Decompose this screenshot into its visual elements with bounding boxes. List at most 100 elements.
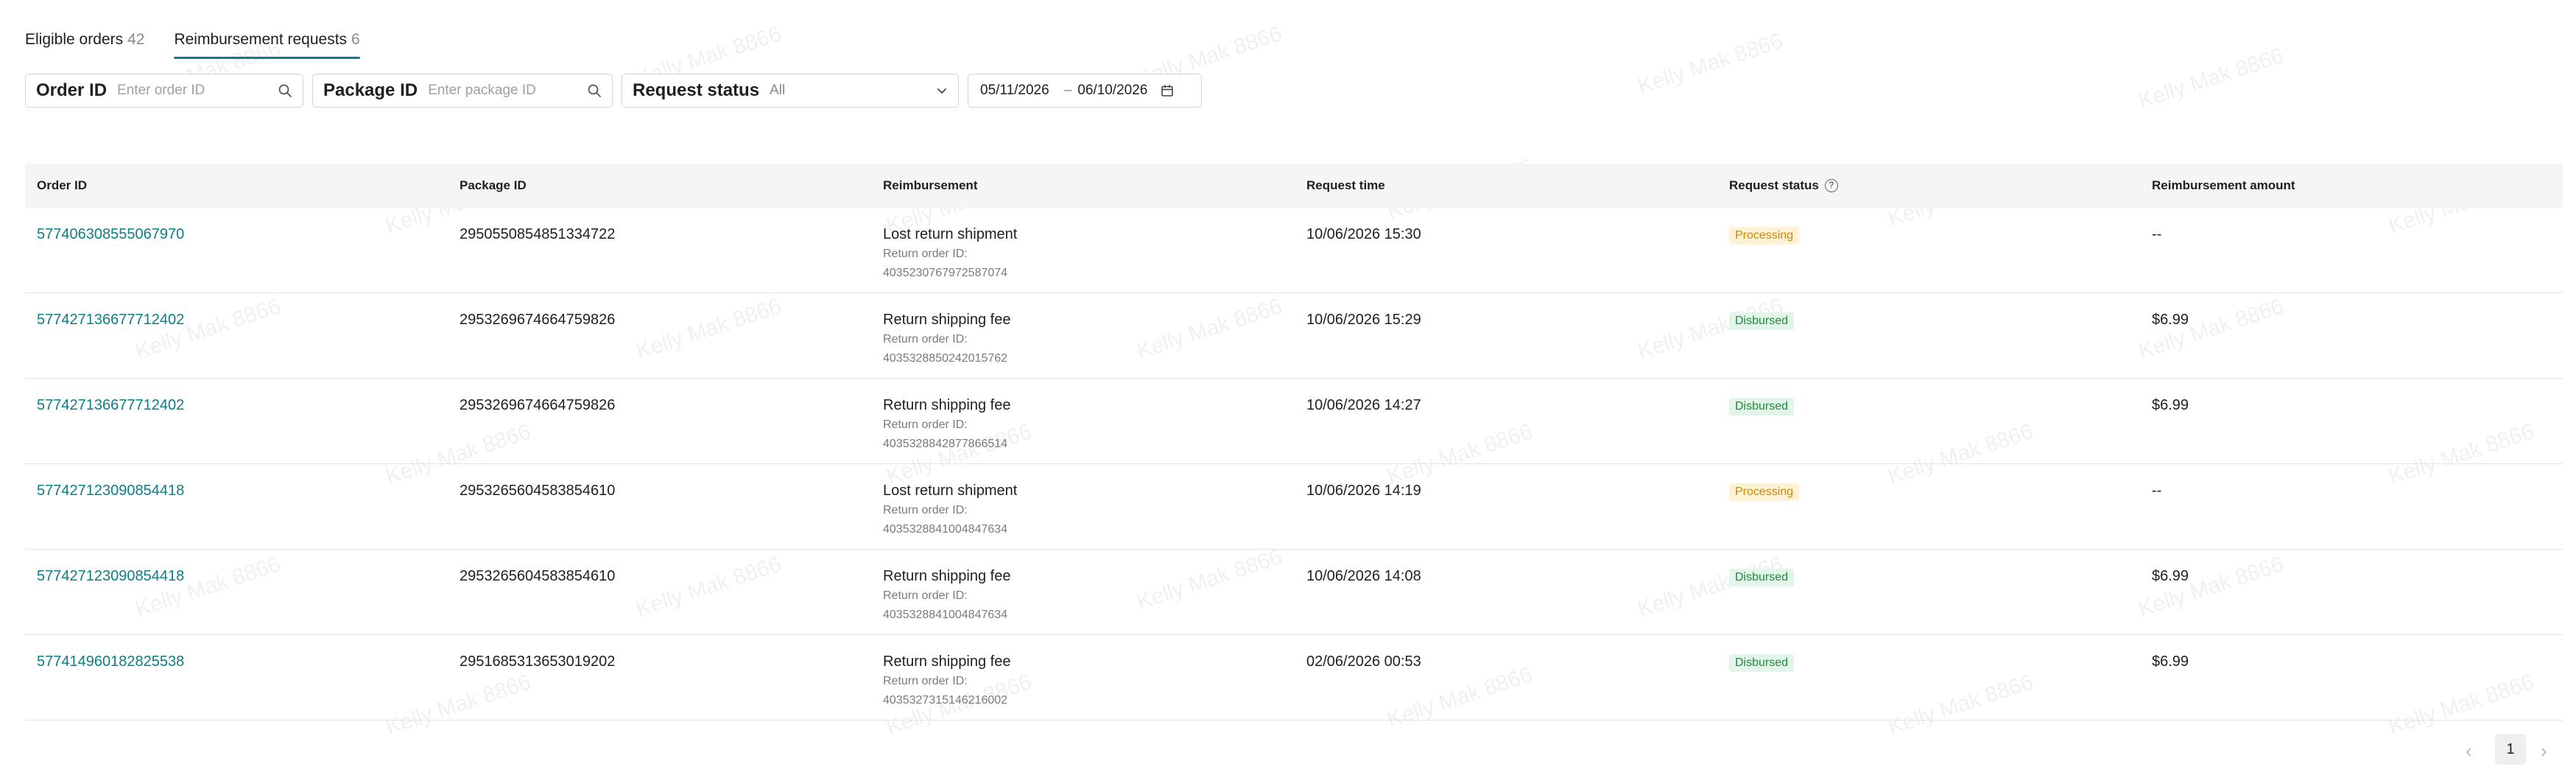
return-order-label: Return order ID:	[883, 675, 968, 687]
reimbursement-type: Return shipping fee	[883, 397, 1011, 413]
order-id-link[interactable]: 577427123090854418	[37, 566, 184, 586]
return-order-id: 4035328841004847634	[883, 609, 1008, 621]
date-start[interactable]: 05/11/2026	[980, 83, 1049, 99]
calendar-icon[interactable]	[1161, 84, 1174, 97]
filter-bar: Order ID Package ID Request status All 0…	[25, 74, 1211, 108]
chevron-down-icon	[936, 85, 948, 97]
amount-cell: $6.99	[2152, 568, 2189, 584]
package-id-input[interactable]	[428, 83, 587, 99]
amount-cell: --	[2152, 483, 2162, 499]
search-icon[interactable]	[278, 83, 292, 98]
table-row: 577427123090854418 2953265604583854610 Los…	[25, 464, 2563, 550]
watermark-text: Kelly Mak 8866	[1634, 29, 1787, 99]
return-order-id: 4035328842877866514	[883, 438, 1008, 450]
tab-eligible-orders[interactable]: Eligible orders 42	[25, 27, 144, 59]
tab-count: 42	[127, 31, 145, 48]
package-id-label: Package ID	[323, 80, 418, 100]
request-status-cell: Processing	[1729, 224, 1800, 245]
return-order-id: 4035327315146216002	[883, 694, 1008, 707]
return-order-label: Return order ID:	[883, 589, 968, 602]
date-range-picker[interactable]: 05/11/2026 – 06/10/2026	[968, 74, 1202, 108]
table-row: 577427136677712402 2953269674664759826 Ret…	[25, 293, 2563, 379]
reimbursement-type: Return shipping fee	[883, 568, 1011, 584]
table-row: 577414960182825538 2951685313653019202 Ret…	[25, 635, 2563, 721]
prev-page-icon[interactable]: ‹	[2466, 740, 2472, 763]
return-order-label: Return order ID:	[883, 504, 968, 516]
tab-label: Eligible orders	[25, 31, 124, 48]
request-time-cell: 10/06/2026 15:29	[1306, 312, 1421, 328]
request-status-cell: Disbursed	[1729, 395, 1795, 416]
request-status-cell: Disbursed	[1729, 309, 1795, 330]
amount-cell: $6.99	[2152, 653, 2189, 670]
search-icon[interactable]	[587, 83, 602, 98]
tab-reimbursement-requests[interactable]: Reimbursement requests 6	[174, 27, 361, 59]
request-status-cell: Disbursed	[1729, 651, 1795, 672]
help-icon[interactable]: ?	[1824, 179, 1838, 192]
request-time-cell: 10/06/2026 15:30	[1306, 226, 1421, 242]
order-id-filter[interactable]: Order ID	[25, 74, 303, 108]
amount-cell: --	[2152, 226, 2162, 242]
request-time-cell: 02/06/2026 00:53	[1306, 653, 1421, 670]
reimbursement-type: Lost return shipment	[883, 483, 1018, 499]
status-badge: Disbursed	[1729, 312, 1795, 330]
column-header-package-id: Package ID	[460, 178, 527, 192]
status-badge: Processing	[1729, 483, 1800, 501]
request-time-cell: 10/06/2026 14:27	[1306, 397, 1421, 413]
table-body: 577406308555067970 2950550854851334722 Los…	[25, 208, 2563, 721]
request-status-label: Request status	[633, 80, 760, 100]
page-number-button[interactable]: 1	[2495, 734, 2526, 765]
reimbursement-table: Order ID Package ID Reimbursement Reques…	[25, 164, 2563, 721]
order-id-link[interactable]: 577414960182825538	[37, 651, 184, 672]
package-id-filter[interactable]: Package ID	[312, 74, 613, 108]
order-id-link[interactable]: 577406308555067970	[37, 224, 184, 245]
order-id-link[interactable]: 577427123090854418	[37, 480, 184, 501]
request-status-cell: Disbursed	[1729, 566, 1795, 586]
status-badge: Disbursed	[1729, 398, 1795, 416]
request-status-cell: Processing	[1729, 480, 1800, 501]
order-id-link[interactable]: 577427136677712402	[37, 309, 184, 330]
package-id-cell: 2951685313653019202	[460, 653, 616, 670]
status-badge: Processing	[1729, 227, 1800, 245]
order-id-link[interactable]: 577427136677712402	[37, 395, 184, 416]
request-status-select[interactable]: Request status All	[622, 74, 959, 108]
order-id-input[interactable]	[117, 83, 278, 99]
reimbursement-cell: Lost return shipment Return order ID: 4035…	[883, 224, 1017, 283]
reimbursement-cell: Lost return shipment Return order ID: 4035…	[883, 480, 1017, 539]
amount-cell: $6.99	[2152, 397, 2189, 413]
tab-bar: Eligible orders 42 Reimbursement requests…	[25, 27, 390, 59]
column-header-request-time: Request time	[1306, 178, 1385, 192]
column-header-label: Request status	[1729, 178, 1819, 192]
status-badge: Disbursed	[1729, 569, 1795, 586]
return-order-id: 4035328850242015762	[883, 352, 1008, 365]
status-badge: Disbursed	[1729, 654, 1795, 672]
table-row: 577427123090854418 2953265604583854610 Ret…	[25, 550, 2563, 635]
watermark-text: Kelly Mak 8866	[2135, 43, 2287, 113]
amount-cell: $6.99	[2152, 312, 2189, 328]
package-id-cell: 2950550854851334722	[460, 226, 616, 242]
column-header-request-status: Request status ?	[1729, 178, 1838, 193]
next-page-icon[interactable]: ›	[2541, 740, 2547, 763]
return-order-label: Return order ID:	[883, 248, 968, 260]
pagination: ‹ 1 ›	[0, 734, 2576, 768]
date-separator: –	[1063, 83, 1072, 98]
table-header: Order ID Package ID Reimbursement Reques…	[25, 164, 2563, 208]
tab-count: 6	[351, 31, 360, 48]
return-order-label: Return order ID:	[883, 418, 968, 431]
package-id-cell: 2953265604583854610	[460, 483, 616, 499]
request-status-value: All	[770, 83, 786, 98]
column-header-amount: Reimbursement amount	[2152, 178, 2295, 192]
package-id-cell: 2953269674664759826	[460, 397, 616, 413]
request-time-cell: 10/06/2026 14:19	[1306, 483, 1421, 499]
request-time-cell: 10/06/2026 14:08	[1306, 568, 1421, 584]
reimbursement-type: Lost return shipment	[883, 226, 1018, 242]
reimbursement-cell: Return shipping fee Return order ID: 40353…	[883, 566, 1010, 625]
reimbursement-cell: Return shipping fee Return order ID: 40353…	[883, 309, 1010, 368]
return-order-id: 4035328841004847634	[883, 523, 1008, 536]
reimbursement-cell: Return shipping fee Return order ID: 40353…	[883, 651, 1010, 710]
reimbursement-cell: Return shipping fee Return order ID: 40353…	[883, 395, 1010, 454]
date-end[interactable]: 06/10/2026	[1077, 83, 1147, 99]
return-order-id: 4035230767972587074	[883, 267, 1008, 279]
tab-label: Reimbursement requests	[174, 31, 348, 48]
table-row: 577427136677712402 2953269674664759826 Ret…	[25, 379, 2563, 464]
package-id-cell: 2953269674664759826	[460, 312, 616, 328]
